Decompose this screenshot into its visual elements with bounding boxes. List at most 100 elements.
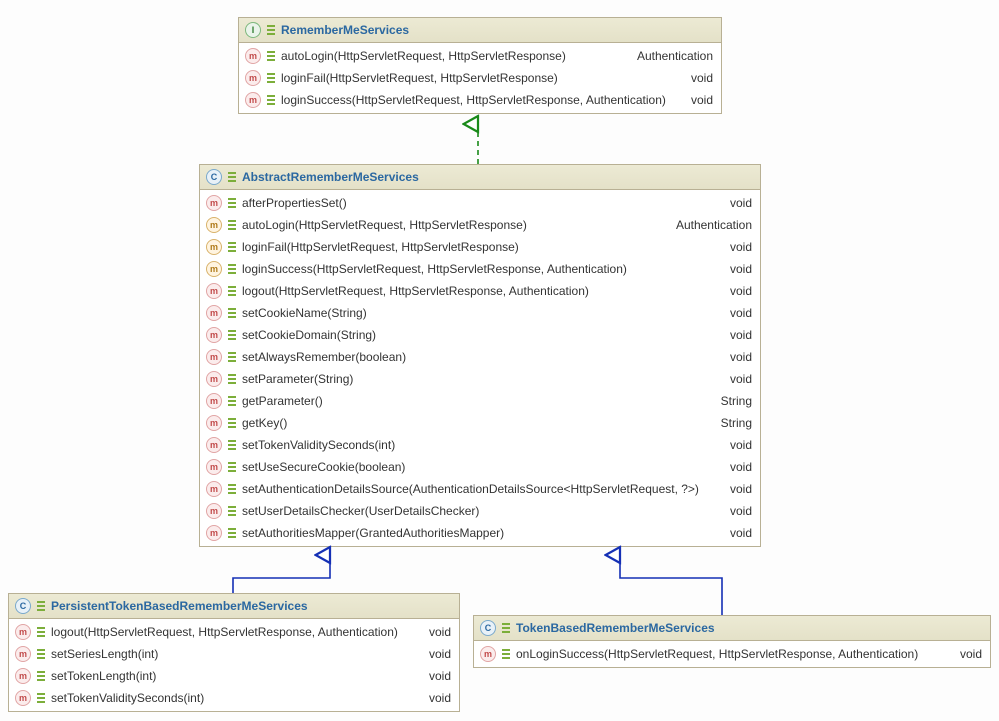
interface-rows: m autoLogin(HttpServletRequest, HttpServl… bbox=[239, 43, 721, 113]
visibility-icon bbox=[267, 73, 275, 83]
visibility-icon bbox=[228, 172, 236, 182]
method-icon: m bbox=[15, 668, 31, 684]
method-row: mautoLogin(HttpServletRequest, HttpServl… bbox=[239, 45, 721, 67]
visibility-icon bbox=[228, 198, 236, 208]
visibility-icon bbox=[228, 440, 236, 450]
return-type: void bbox=[718, 260, 752, 278]
method-signature: setUseSecureCookie(boolean) bbox=[242, 458, 712, 476]
method-row: m setAuthenticationDetailsSource(Authenti… bbox=[200, 478, 760, 500]
class-name: AbstractRememberMeServices bbox=[242, 170, 419, 184]
method-signature: setUserDetailsChecker(UserDetailsChecker… bbox=[242, 502, 712, 520]
class-icon: C bbox=[206, 169, 222, 185]
class-tokenbased: C TokenBasedRememberMeServices monLoginS… bbox=[473, 615, 991, 668]
method-signature: getParameter() bbox=[242, 392, 703, 410]
method-icon: m bbox=[206, 459, 222, 475]
method-icon: m bbox=[206, 283, 222, 299]
visibility-icon bbox=[228, 506, 236, 516]
method-row: mloginSuccess(HttpServletRequest, HttpSe… bbox=[239, 89, 721, 111]
method-icon: m bbox=[245, 70, 261, 86]
return-type: void bbox=[718, 194, 752, 212]
visibility-icon bbox=[228, 352, 236, 362]
method-icon: m bbox=[206, 437, 222, 453]
interface-name: RememberMeServices bbox=[281, 23, 409, 37]
class-name: PersistentTokenBasedRememberMeServices bbox=[51, 599, 308, 613]
method-icon: m bbox=[480, 646, 496, 662]
class-rows: m afterPropertiesSet() void mautoLogin(Http… bbox=[200, 190, 760, 546]
method-row: m setCookieDomain(String) void bbox=[200, 324, 760, 346]
class-abstractremembermeservices: C AbstractRememberMeServices m afterPrope… bbox=[199, 164, 761, 547]
return-type: void bbox=[417, 689, 451, 707]
method-row: msetTokenValiditySeconds(int)void bbox=[200, 434, 760, 456]
return-type: void bbox=[679, 91, 713, 109]
method-signature: logout(HttpServletRequest, HttpServletRe… bbox=[242, 282, 712, 300]
visibility-icon bbox=[37, 627, 45, 637]
abstract-method-icon: m bbox=[206, 239, 222, 255]
return-type: void bbox=[718, 282, 752, 300]
method-signature: loginFail(HttpServletRequest, HttpServle… bbox=[242, 238, 712, 256]
class-icon: C bbox=[15, 598, 31, 614]
return-type: void bbox=[679, 69, 713, 87]
return-type: void bbox=[417, 623, 451, 641]
return-type: void bbox=[417, 667, 451, 685]
visibility-icon bbox=[228, 308, 236, 318]
return-type: void bbox=[718, 348, 752, 366]
method-signature: setSeriesLength(int) bbox=[51, 645, 411, 663]
method-row: m loginFail(HttpServletRequest, HttpServl… bbox=[239, 67, 721, 89]
return-type: void bbox=[718, 326, 752, 344]
class-title: C PersistentTokenBasedRememberMeServices bbox=[9, 594, 459, 619]
interface-title: I RememberMeServices bbox=[239, 18, 721, 43]
extends-connector-token bbox=[620, 555, 722, 615]
method-signature: onLoginSuccess(HttpServletRequest, HttpS… bbox=[516, 645, 942, 663]
visibility-icon bbox=[228, 528, 236, 538]
method-icon: m bbox=[206, 195, 222, 211]
method-icon: m bbox=[245, 92, 261, 108]
method-icon: m bbox=[206, 525, 222, 541]
method-icon: m bbox=[206, 393, 222, 409]
method-signature: autoLogin(HttpServletRequest, HttpServle… bbox=[281, 47, 619, 65]
method-icon: m bbox=[206, 415, 222, 431]
method-signature: setCookieName(String) bbox=[242, 304, 712, 322]
method-icon: m bbox=[15, 690, 31, 706]
method-icon: m bbox=[206, 371, 222, 387]
return-type: String bbox=[709, 392, 752, 410]
method-signature: setTokenValiditySeconds(int) bbox=[51, 689, 411, 707]
method-signature: loginFail(HttpServletRequest, HttpServle… bbox=[281, 69, 673, 87]
visibility-icon bbox=[228, 286, 236, 296]
method-signature: loginSuccess(HttpServletRequest, HttpSer… bbox=[242, 260, 712, 278]
visibility-icon bbox=[37, 693, 45, 703]
method-row: mlogout(HttpServletRequest, HttpServletR… bbox=[9, 621, 459, 643]
return-type: void bbox=[718, 524, 752, 542]
visibility-icon bbox=[228, 396, 236, 406]
visibility-icon bbox=[502, 649, 510, 659]
visibility-icon bbox=[267, 25, 275, 35]
visibility-icon bbox=[37, 601, 45, 611]
method-signature: setAlwaysRemember(boolean) bbox=[242, 348, 712, 366]
method-signature: setCookieDomain(String) bbox=[242, 326, 712, 344]
return-type: Authentication bbox=[625, 47, 713, 65]
method-icon: m bbox=[206, 327, 222, 343]
class-rows: m onLoginSuccess(HttpServletRequest, Http… bbox=[474, 641, 990, 667]
method-row: m loginFail(HttpServletRequest, HttpServl… bbox=[200, 236, 760, 258]
abstract-method-icon: m bbox=[206, 261, 222, 277]
visibility-icon bbox=[37, 671, 45, 681]
method-row: msetSeriesLength(int)void bbox=[9, 643, 459, 665]
return-type: void bbox=[718, 480, 752, 498]
method-icon: m bbox=[206, 481, 222, 497]
method-row: msetCookieName(String)void bbox=[200, 302, 760, 324]
return-type: void bbox=[417, 645, 451, 663]
return-type: String bbox=[709, 414, 752, 432]
method-signature: setAuthenticationDetailsSource(Authentic… bbox=[242, 480, 712, 498]
method-row: m logout(HttpServletRequest, HttpServletR… bbox=[200, 280, 760, 302]
return-type: void bbox=[718, 238, 752, 256]
method-row: m getParameter() String bbox=[200, 390, 760, 412]
interface-remembermeservices: I RememberMeServices m autoLogin(HttpServ… bbox=[238, 17, 722, 114]
visibility-icon bbox=[267, 95, 275, 105]
method-row: m onLoginSuccess(HttpServletRequest, Http… bbox=[474, 643, 990, 665]
method-row: mautoLogin(HttpServletRequest, HttpServl… bbox=[200, 214, 760, 236]
visibility-icon bbox=[228, 462, 236, 472]
method-row: mgetKey()String bbox=[200, 412, 760, 434]
method-row: msetAlwaysRemember(boolean)void bbox=[200, 346, 760, 368]
interface-icon: I bbox=[245, 22, 261, 38]
visibility-icon bbox=[228, 484, 236, 494]
method-signature: afterPropertiesSet() bbox=[242, 194, 712, 212]
